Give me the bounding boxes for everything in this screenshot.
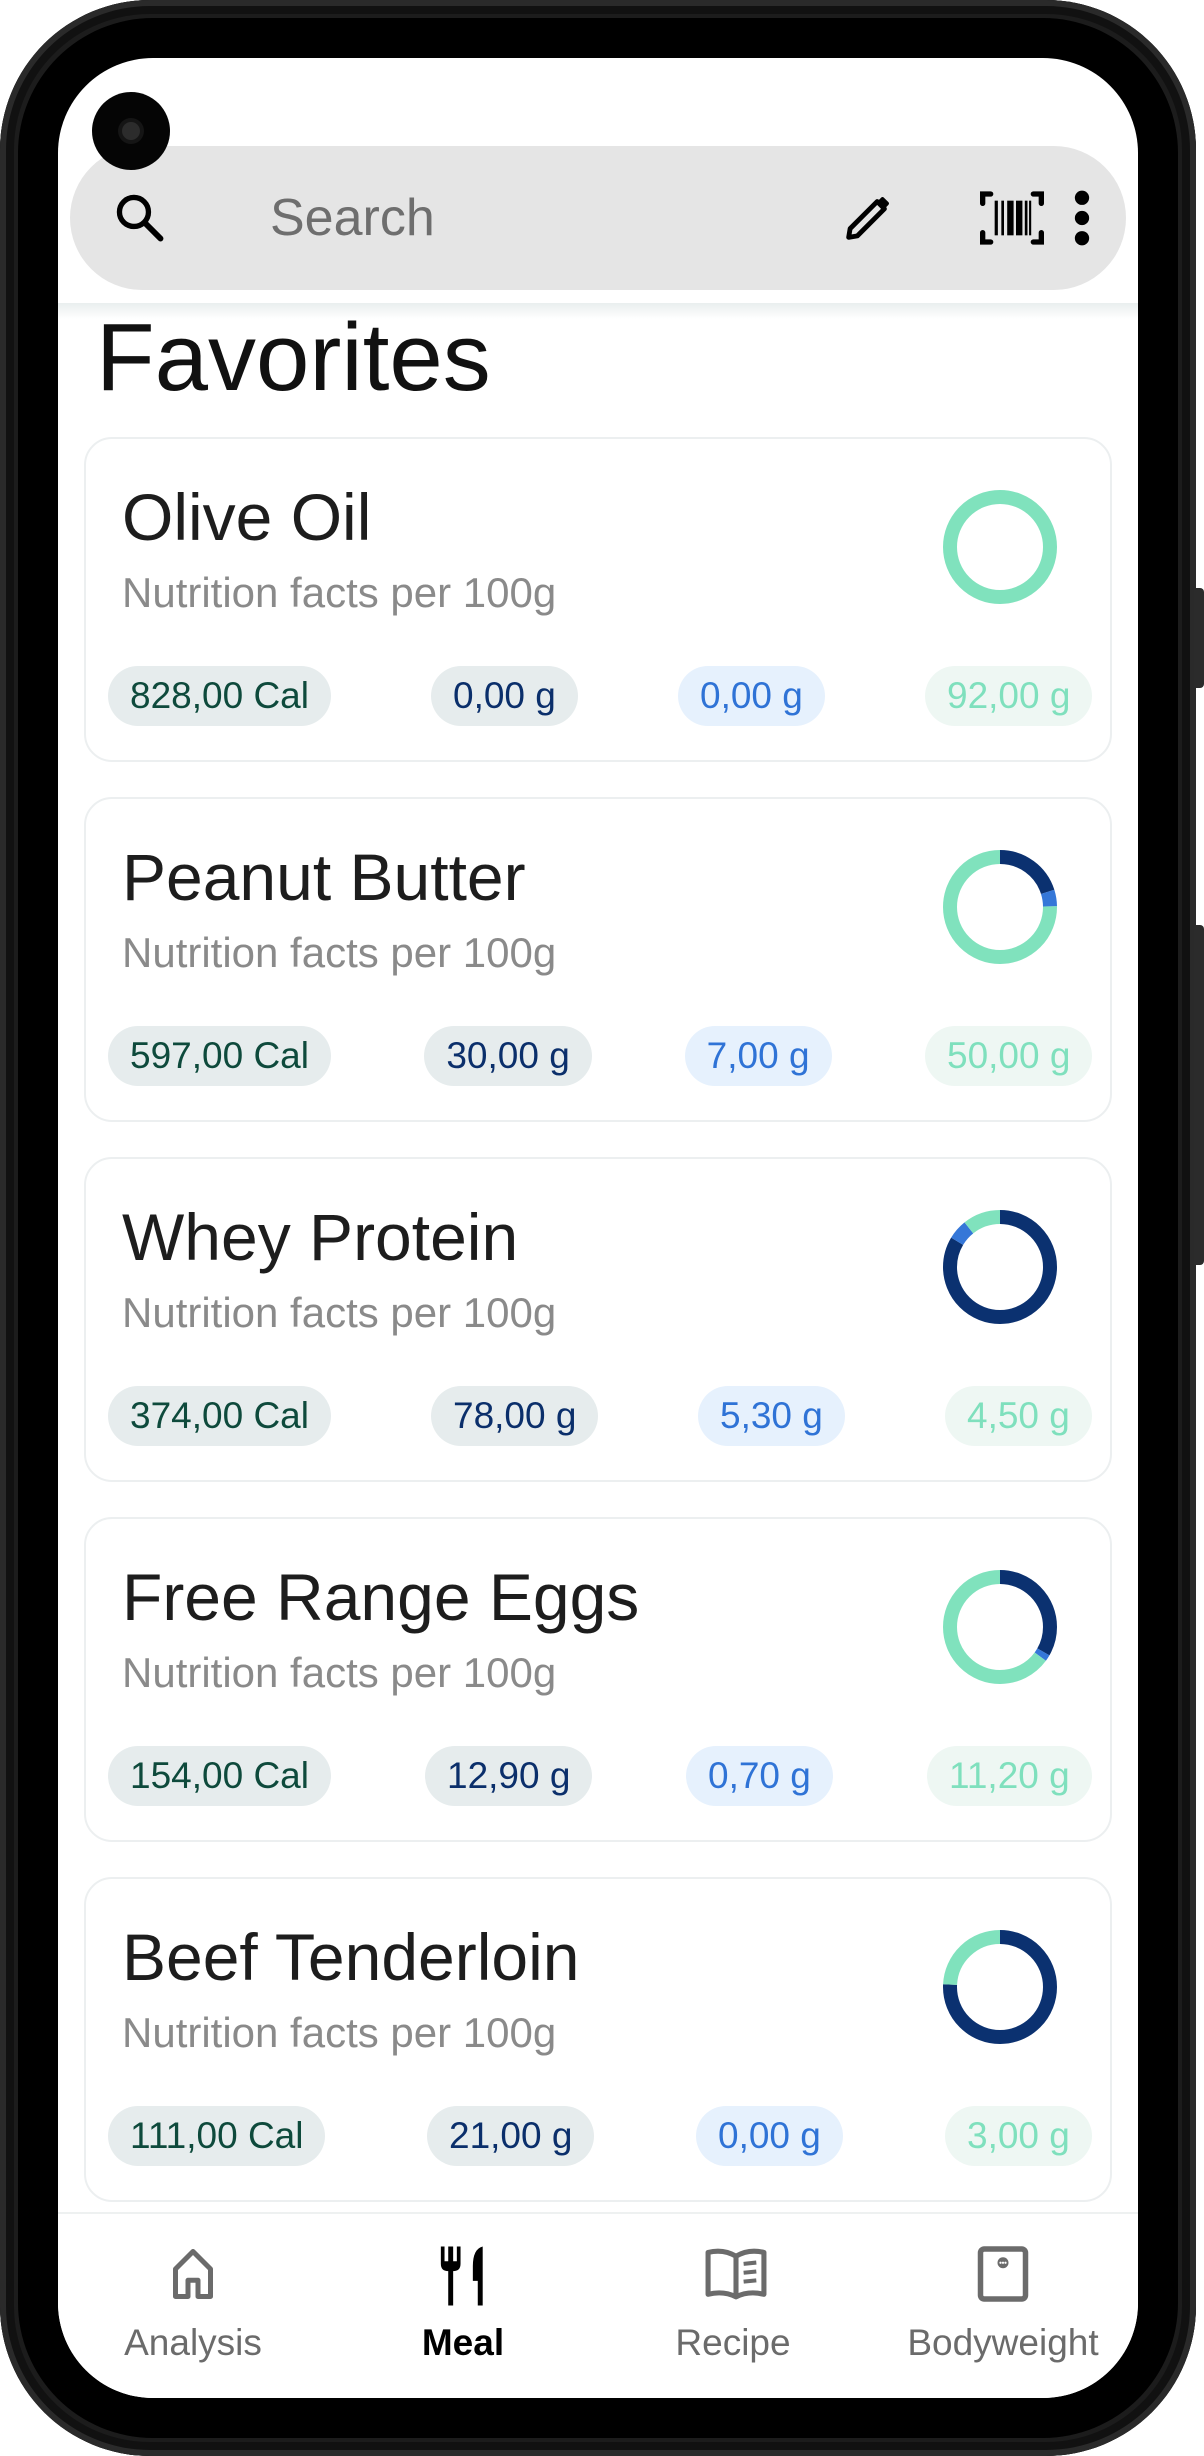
calories-chip: 111,00 Cal (108, 2106, 326, 2166)
food-subtitle: Nutrition facts per 100g (122, 1649, 557, 1696)
macro-donut-chart (943, 1930, 1057, 2044)
macro-donut-chart (943, 1570, 1057, 1684)
scale-icon (973, 2244, 1033, 2304)
food-subtitle: Nutrition facts per 100g (122, 569, 557, 616)
protein-chip: 78,00 g (431, 1386, 599, 1446)
food-subtitle: Nutrition facts per 100g (122, 1289, 557, 1336)
food-subtitle: Nutrition facts per 100g (122, 2009, 557, 2056)
protein-chip: 12,90 g (425, 1746, 593, 1806)
fat-chip: 92,00 g (925, 666, 1093, 726)
food-name: Peanut Butter (122, 840, 526, 914)
nav-label: Recipe (675, 2322, 791, 2363)
carbs-chip: 0,70 g (686, 1746, 833, 1806)
barcode-scanner-icon[interactable] (972, 146, 1052, 290)
search-bar[interactable] (70, 146, 1126, 290)
nav-item-bodyweight[interactable]: Bodyweight (868, 2214, 1138, 2398)
donut-segment-fat (943, 490, 1057, 604)
carbs-chip: 0,00 g (696, 2106, 843, 2166)
food-card[interactable]: Beef Tenderloin Nutrition facts per 100g 1… (84, 1877, 1112, 2202)
fat-chip: 4,50 g (945, 1386, 1092, 1446)
calories-chip: 154,00 Cal (108, 1746, 331, 1806)
calories-chip: 374,00 Cal (108, 1386, 331, 1446)
macro-donut-chart (943, 1210, 1057, 1324)
nav-item-analysis[interactable]: Analysis (58, 2214, 328, 2398)
food-name: Beef Tenderloin (122, 1920, 580, 1994)
page-title: Favorites (96, 304, 491, 411)
protein-chip: 0,00 g (431, 666, 578, 726)
fat-chip: 3,00 g (945, 2106, 1092, 2166)
volume-button (1194, 925, 1204, 1265)
food-card[interactable]: Whey Protein Nutrition facts per 100g 374,… (84, 1157, 1112, 1482)
pencil-icon[interactable] (828, 146, 908, 290)
protein-chip: 21,00 g (427, 2106, 595, 2166)
fat-chip: 11,20 g (927, 1746, 1092, 1806)
calories-chip: 597,00 Cal (108, 1026, 331, 1086)
carbs-chip: 0,00 g (678, 666, 825, 726)
restaurant-icon (433, 2244, 493, 2306)
food-card[interactable]: Free Range Eggs Nutrition facts per 100g 1… (84, 1517, 1112, 1842)
food-card[interactable]: Peanut Butter Nutrition facts per 100g 597… (84, 797, 1112, 1122)
search-input[interactable] (270, 146, 770, 290)
screen: Favorites Olive Oil Nutrition facts per 1… (58, 58, 1138, 2398)
power-button (1194, 588, 1204, 688)
food-card[interactable]: Olive Oil Nutrition facts per 100g 828,00 … (84, 437, 1112, 762)
carbs-chip: 7,00 g (684, 1026, 832, 1086)
front-camera (92, 92, 170, 170)
nav-label: Bodyweight (907, 2322, 1099, 2363)
carbs-chip: 5,30 g (698, 1386, 845, 1446)
more-vert-icon[interactable] (1042, 146, 1122, 290)
food-name: Free Range Eggs (122, 1560, 640, 1634)
calories-chip: 828,00 Cal (108, 666, 331, 726)
fat-chip: 50,00 g (925, 1026, 1093, 1086)
food-subtitle: Nutrition facts per 100g (122, 929, 557, 976)
nav-label: Meal (421, 2322, 505, 2363)
protein-chip: 30,00 g (424, 1026, 592, 1086)
food-name: Olive Oil (122, 480, 372, 554)
food-name: Whey Protein (122, 1200, 519, 1274)
bottom-navigation: Analysis Meal Recipe Bodyweight (58, 2212, 1138, 2398)
home-icon (163, 2244, 223, 2304)
nav-label: Analysis (124, 2322, 262, 2363)
macro-donut-chart (943, 490, 1057, 604)
nav-item-recipe[interactable]: Recipe (598, 2214, 868, 2398)
menu-book-icon (703, 2244, 767, 2304)
nav-item-meal[interactable]: Meal (328, 2214, 598, 2398)
macro-donut-chart (943, 850, 1057, 964)
